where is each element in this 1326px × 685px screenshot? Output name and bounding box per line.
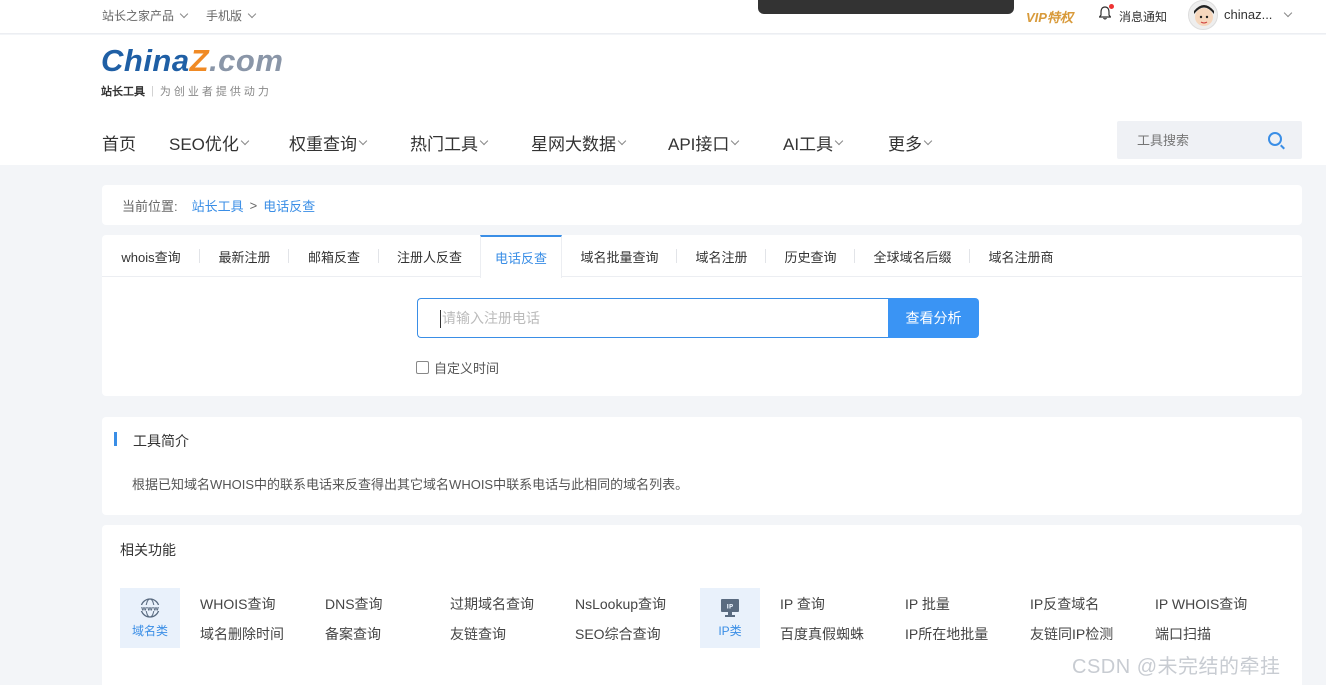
svg-text:www: www: [141, 604, 159, 612]
link-friend-links[interactable]: 友链查询: [450, 624, 506, 644]
link-port-scan[interactable]: 端口扫描: [1155, 624, 1211, 644]
bell-icon[interactable]: [1098, 4, 1114, 20]
custom-time-label: 自定义时间: [434, 361, 500, 376]
category-domain[interactable]: www 域名类: [120, 588, 180, 648]
tab-phone-reverse[interactable]: 电话反查: [480, 235, 562, 278]
custom-time-checkbox[interactable]: 自定义时间: [416, 358, 499, 377]
breadcrumb: 当前位置: 站长工具 > 电话反查: [102, 185, 1302, 225]
chevron-down-icon: [923, 136, 933, 145]
nav-seo[interactable]: SEO优化: [169, 130, 250, 155]
breadcrumb-current: 电话反查: [263, 198, 316, 214]
related-title: 相关功能: [120, 542, 176, 558]
intro-title: 工具简介: [133, 433, 189, 449]
chevron-down-icon: [179, 9, 189, 18]
link-ip-whois[interactable]: IP WHOIS查询: [1155, 594, 1247, 614]
link-domain-delete-time[interactable]: 域名删除时间: [200, 624, 284, 644]
tab-global-suffix[interactable]: 全球域名后缀: [855, 235, 970, 277]
watermark: CSDN @未完结的牵挂: [1072, 656, 1281, 678]
tab-registrant-reverse[interactable]: 注册人反查: [379, 235, 480, 277]
tab-batch-domain[interactable]: 域名批量查询: [562, 235, 677, 277]
products-label: 站长之家产品: [102, 9, 175, 23]
nav-api[interactable]: API接口: [668, 130, 740, 155]
tab-whois[interactable]: whois查询: [102, 235, 200, 277]
top-bar: 站长之家产品 手机版 VIP特权 消息通知 chinaz...: [0, 0, 1326, 34]
tab-latest-register[interactable]: 最新注册: [200, 235, 289, 277]
link-ip-batch[interactable]: IP 批量: [905, 594, 950, 614]
nav-ai[interactable]: AI工具: [783, 130, 844, 155]
analyze-button[interactable]: 查看分析: [888, 298, 979, 338]
chevron-down-icon: [834, 136, 844, 145]
nav-home[interactable]: 首页: [102, 130, 136, 155]
tab-registrar[interactable]: 域名注册商: [970, 235, 1072, 277]
chevron-down-icon: [479, 136, 489, 145]
logo-wordmark: ChinaZ.com: [101, 43, 284, 78]
user-menu[interactable]: chinaz...: [1224, 7, 1293, 22]
intro-description: 根据已知域名WHOIS中的联系电话来反查得出其它域名WHOIS中联系电话与此相同…: [132, 477, 689, 492]
nav-weight[interactable]: 权重查询: [289, 130, 368, 155]
chevron-down-icon: [731, 136, 740, 145]
category-ip[interactable]: IP IP类: [700, 588, 760, 648]
link-seo-overview[interactable]: SEO综合查询: [575, 624, 661, 644]
username: chinaz...: [1224, 7, 1273, 22]
query-panel: whois查询 最新注册 邮箱反查 注册人反查 电话反查 域名批量查询 域名注册…: [102, 235, 1302, 396]
products-menu[interactable]: 站长之家产品: [102, 7, 189, 24]
chevron-down-icon: [358, 136, 368, 145]
phone-input-placeholder: 请输入注册电话: [442, 310, 540, 326]
link-ip-location-batch[interactable]: IP所在地批量: [905, 624, 988, 644]
mobile-label: 手机版: [206, 9, 243, 23]
avatar[interactable]: [1188, 0, 1218, 30]
notification-dot: [1109, 4, 1114, 9]
link-whois[interactable]: WHOIS查询: [200, 594, 275, 614]
category-ip-label: IP类: [718, 623, 742, 638]
link-baidu-spider[interactable]: 百度真假蜘蛛: [780, 624, 864, 644]
tool-intro: 工具简介 根据已知域名WHOIS中的联系电话来反查得出其它域名WHOIS中联系电…: [102, 417, 1302, 515]
chevron-down-icon: [240, 136, 250, 145]
notify-link[interactable]: 消息通知: [1119, 8, 1167, 25]
chevron-down-icon: [617, 136, 627, 145]
link-same-ip-check[interactable]: 友链同IP检测: [1030, 624, 1113, 644]
category-domain-label: 域名类: [131, 623, 168, 638]
tab-email-reverse[interactable]: 邮箱反查: [289, 235, 379, 277]
nav-hot-tools[interactable]: 热门工具: [410, 130, 489, 155]
link-ip-query[interactable]: IP 查询: [780, 594, 825, 614]
breadcrumb-root[interactable]: 站长工具: [192, 196, 244, 215]
toast-popup: [758, 0, 1014, 14]
section-marker: [114, 432, 117, 446]
tool-search-input[interactable]: [1117, 121, 1267, 159]
svg-text:IP: IP: [727, 603, 734, 610]
tool-tabs: whois查询 最新注册 邮箱反查 注册人反查 电话反查 域名批量查询 域名注册…: [102, 235, 1302, 278]
checkbox-box[interactable]: [416, 361, 429, 374]
chevron-down-icon: [247, 9, 257, 18]
breadcrumb-separator: >: [249, 197, 258, 213]
link-expired-domain[interactable]: 过期域名查询: [450, 594, 534, 614]
link-dns[interactable]: DNS查询: [325, 594, 383, 614]
tool-search: [1117, 121, 1302, 159]
link-nslookup[interactable]: NsLookup查询: [575, 594, 666, 614]
nav-more[interactable]: 更多: [888, 130, 933, 155]
text-caret: [440, 310, 441, 328]
nav-bigdata[interactable]: 星网大数据: [531, 130, 627, 155]
phone-input[interactable]: 请输入注册电话: [417, 298, 889, 338]
link-icp[interactable]: 备案查询: [325, 624, 381, 644]
site-logo[interactable]: ChinaZ.com 站长工具 | 为创业者提供动力: [101, 43, 311, 103]
breadcrumb-prefix: 当前位置:: [122, 198, 178, 214]
search-icon[interactable]: [1268, 132, 1282, 146]
chevron-down-icon: [1284, 8, 1293, 17]
tab-history[interactable]: 历史查询: [766, 235, 855, 277]
monitor-icon: IP: [717, 598, 743, 618]
www-icon: www: [137, 597, 163, 618]
link-ip-reverse-domain[interactable]: IP反查域名: [1030, 594, 1099, 614]
vip-link[interactable]: VIP特权: [1026, 7, 1073, 26]
logo-tagline: 站长工具 | 为创业者提供动力: [101, 85, 272, 98]
header: ChinaZ.com 站长工具 | 为创业者提供动力 首页 SEO优化 权重查询 热…: [0, 35, 1326, 165]
mobile-menu[interactable]: 手机版: [206, 7, 257, 24]
tab-domain-register[interactable]: 域名注册: [677, 235, 766, 277]
